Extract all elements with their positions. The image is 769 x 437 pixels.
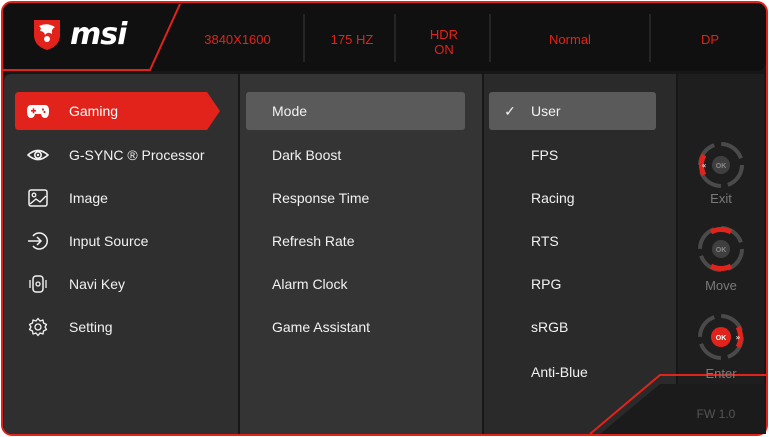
svg-text:»: » — [736, 333, 741, 342]
enter-key-icon: OK » — [698, 314, 744, 360]
option-label-fps: FPS — [531, 147, 559, 163]
submenu-item-response-time[interactable]: Response Time — [246, 179, 465, 217]
move-ok-text: OK — [716, 247, 727, 254]
msi-logo: msi — [32, 14, 162, 54]
move-key-icon: OK — [698, 226, 744, 272]
resolution-status: 3840X1600 — [204, 32, 271, 47]
image-icon — [25, 188, 51, 208]
option-fps[interactable]: FPS — [489, 136, 656, 174]
option-label-anti-blue: Anti-Blue — [531, 364, 588, 380]
menu-label-setting: Setting — [69, 319, 113, 335]
submenu-item-game-assistant[interactable]: Game Assistant — [246, 308, 465, 346]
hdr-label: HDR — [429, 27, 459, 42]
submenu-item-refresh-rate[interactable]: Refresh Rate — [246, 222, 465, 260]
option-user[interactable]: ✓ User — [489, 92, 656, 130]
submenu-item-dark-boost[interactable]: Dark Boost — [246, 136, 465, 174]
exit-key-label: Exit — [710, 191, 732, 206]
menu-item-navi-key[interactable]: Navi Key — [15, 265, 220, 303]
menu-label-gsync: G-SYNC ® Processor — [69, 147, 205, 163]
option-label-rpg: RPG — [531, 276, 562, 292]
navi-key-icon — [25, 274, 51, 294]
exit-key-icon: OK « — [698, 142, 744, 188]
svg-text:«: « — [702, 161, 707, 170]
option-label-rts: RTS — [531, 233, 559, 249]
menu-label-gaming: Gaming — [69, 103, 119, 119]
check-icon: ✓ — [504, 102, 516, 119]
submenu-label-alarm-clock: Alarm Clock — [272, 276, 348, 292]
gear-icon — [25, 317, 51, 337]
menu-item-gsync[interactable]: G-SYNC ® Processor — [15, 136, 220, 174]
menu-item-input-source[interactable]: Input Source — [15, 222, 220, 260]
brand-wordmark: msi — [70, 16, 127, 52]
submenu-label-response-time: Response Time — [272, 190, 370, 206]
enter-key-label: Enter — [705, 366, 737, 381]
submenu-label-refresh-rate: Refresh Rate — [272, 233, 355, 249]
submenu-label-dark-boost: Dark Boost — [272, 147, 342, 163]
exit-ok-text: OK — [716, 163, 727, 170]
option-label-user: User — [531, 103, 561, 119]
hdr-status: HDR ON — [405, 27, 483, 57]
submenu-item-alarm-clock[interactable]: Alarm Clock — [246, 265, 465, 303]
menu-label-navi-key: Navi Key — [69, 276, 126, 292]
option-label-racing: Racing — [531, 190, 575, 206]
hdr-value: ON — [434, 42, 454, 57]
submenu-item-mode[interactable]: Mode — [246, 92, 465, 130]
option-anti-blue[interactable]: Anti-Blue — [489, 353, 656, 391]
firmware-version: FW 1.0 — [696, 407, 736, 421]
option-racing[interactable]: Racing — [489, 179, 656, 217]
input-status: DP — [700, 32, 720, 47]
submenu-label-mode: Mode — [272, 103, 308, 119]
enter-ok-text: OK — [716, 335, 727, 342]
eye-icon — [25, 145, 51, 165]
menu-label-image: Image — [69, 190, 108, 206]
mode-status: Normal — [549, 32, 591, 47]
menu-item-setting[interactable]: Setting — [15, 308, 220, 346]
dragon-shield-icon — [34, 20, 60, 50]
option-srgb[interactable]: sRGB — [489, 308, 656, 346]
move-key-label: Move — [705, 278, 737, 293]
gamepad-icon — [25, 101, 51, 121]
menu-label-input-source: Input Source — [69, 233, 149, 249]
menu-item-gaming[interactable]: Gaming — [15, 92, 220, 130]
refresh-rate-status: 175 HZ — [330, 32, 374, 47]
option-label-srgb: sRGB — [531, 319, 569, 335]
option-rpg[interactable]: RPG — [489, 265, 656, 303]
input-source-icon — [25, 231, 51, 251]
submenu-label-game-assistant: Game Assistant — [272, 319, 371, 335]
option-rts[interactable]: RTS — [489, 222, 656, 260]
menu-item-image[interactable]: Image — [15, 179, 220, 217]
